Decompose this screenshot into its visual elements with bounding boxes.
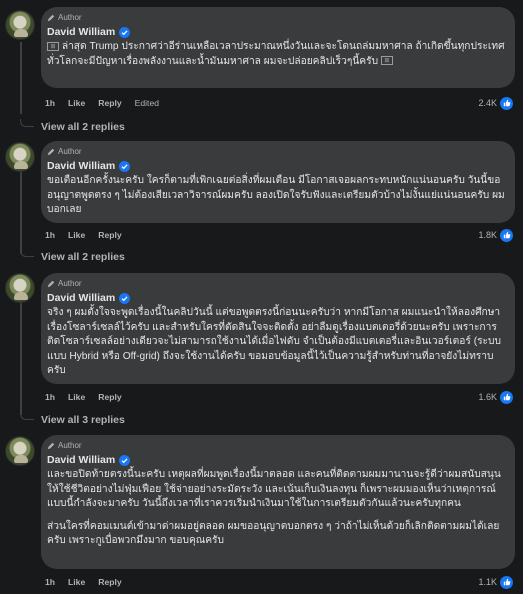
like-reaction-icon xyxy=(500,575,513,589)
author-badge: Author xyxy=(47,12,505,23)
comment-time[interactable]: 1h xyxy=(45,577,55,587)
thread-line xyxy=(20,172,22,254)
like-button[interactable]: Like xyxy=(68,230,85,240)
reaction-summary[interactable]: 2.4K xyxy=(478,96,513,110)
reply-connector xyxy=(20,249,34,257)
avatar[interactable] xyxy=(5,273,35,303)
pen-icon xyxy=(47,442,55,449)
verified-badge-icon xyxy=(119,292,131,304)
author-name[interactable]: David William xyxy=(47,26,115,38)
author-badge: Author xyxy=(47,146,505,157)
comment-time[interactable]: 1h xyxy=(45,230,55,240)
verified-badge-icon xyxy=(119,160,131,172)
view-replies-button[interactable]: View all 2 replies xyxy=(20,249,125,264)
comment-time[interactable]: 1h xyxy=(45,98,55,108)
reply-connector xyxy=(20,412,34,420)
reply-button[interactable]: Reply xyxy=(98,230,121,240)
pen-icon xyxy=(47,148,55,155)
author-name[interactable]: David William xyxy=(47,292,115,304)
avatar[interactable] xyxy=(5,142,35,172)
author-name[interactable]: David William xyxy=(47,454,115,466)
reply-button[interactable]: Reply xyxy=(98,577,121,587)
avatar[interactable] xyxy=(5,10,35,40)
comment-text: ⊠ ล่าสุด Trump ประกาศว่าอีร่านเหลือเวลาป… xyxy=(47,41,505,67)
reply-button[interactable]: Reply xyxy=(98,98,121,108)
verified-badge-icon xyxy=(119,454,131,466)
comment-text: ขอเตือนอีกครั้งนะครับ ใครก็ตามที่เพิกเฉย… xyxy=(47,175,505,216)
comment-bubble: Author David William จริง ๆ ผมตั้งใจจะพู… xyxy=(41,273,515,384)
author-badge: Author xyxy=(47,440,505,451)
reply-button[interactable]: Reply xyxy=(98,392,121,402)
comment-time[interactable]: 1h xyxy=(45,392,55,402)
pen-icon xyxy=(47,280,55,287)
reply-connector xyxy=(20,119,34,127)
unrendered-emoji-icon: ⊠ xyxy=(380,56,393,66)
like-reaction-icon xyxy=(500,96,513,110)
thread-line xyxy=(20,42,22,114)
verified-badge-icon xyxy=(119,26,131,38)
edited-label[interactable]: Edited xyxy=(135,98,159,108)
comment-text: จริง ๆ ผมตั้งใจจะพูดเรื่องนี้ในคลิปวันนี… xyxy=(47,307,501,377)
comment-bubble: Author David William ⊠ ล่าสุด Trump ประก… xyxy=(41,7,515,88)
like-button[interactable]: Like xyxy=(68,392,85,402)
view-replies-button[interactable]: View all 2 replies xyxy=(20,119,125,134)
like-reaction-icon xyxy=(500,390,513,404)
comment-bubble: Author David William ขอเตือนอีกครั้งนะคร… xyxy=(41,141,515,223)
comment-text: และขอปิดท้ายตรงนี้นะครับ เหตุผลที่ผมพูดเ… xyxy=(47,469,501,547)
avatar[interactable] xyxy=(5,436,35,466)
view-replies-button[interactable]: View all 3 replies xyxy=(20,412,125,427)
author-badge: Author xyxy=(47,278,505,289)
reaction-summary[interactable]: 1.8K xyxy=(478,228,513,242)
like-reaction-icon xyxy=(500,228,513,242)
comment-bubble: Author David William และขอปิดท้ายตรงนี้น… xyxy=(41,435,515,569)
unrendered-emoji-icon: ⊠ xyxy=(47,41,59,51)
author-name[interactable]: David William xyxy=(47,160,115,172)
reaction-summary[interactable]: 1.1K xyxy=(478,575,513,589)
pen-icon xyxy=(47,14,55,21)
like-button[interactable]: Like xyxy=(68,577,85,587)
thread-line xyxy=(20,303,22,415)
like-button[interactable]: Like xyxy=(68,98,85,108)
reaction-summary[interactable]: 1.6K xyxy=(478,390,513,404)
